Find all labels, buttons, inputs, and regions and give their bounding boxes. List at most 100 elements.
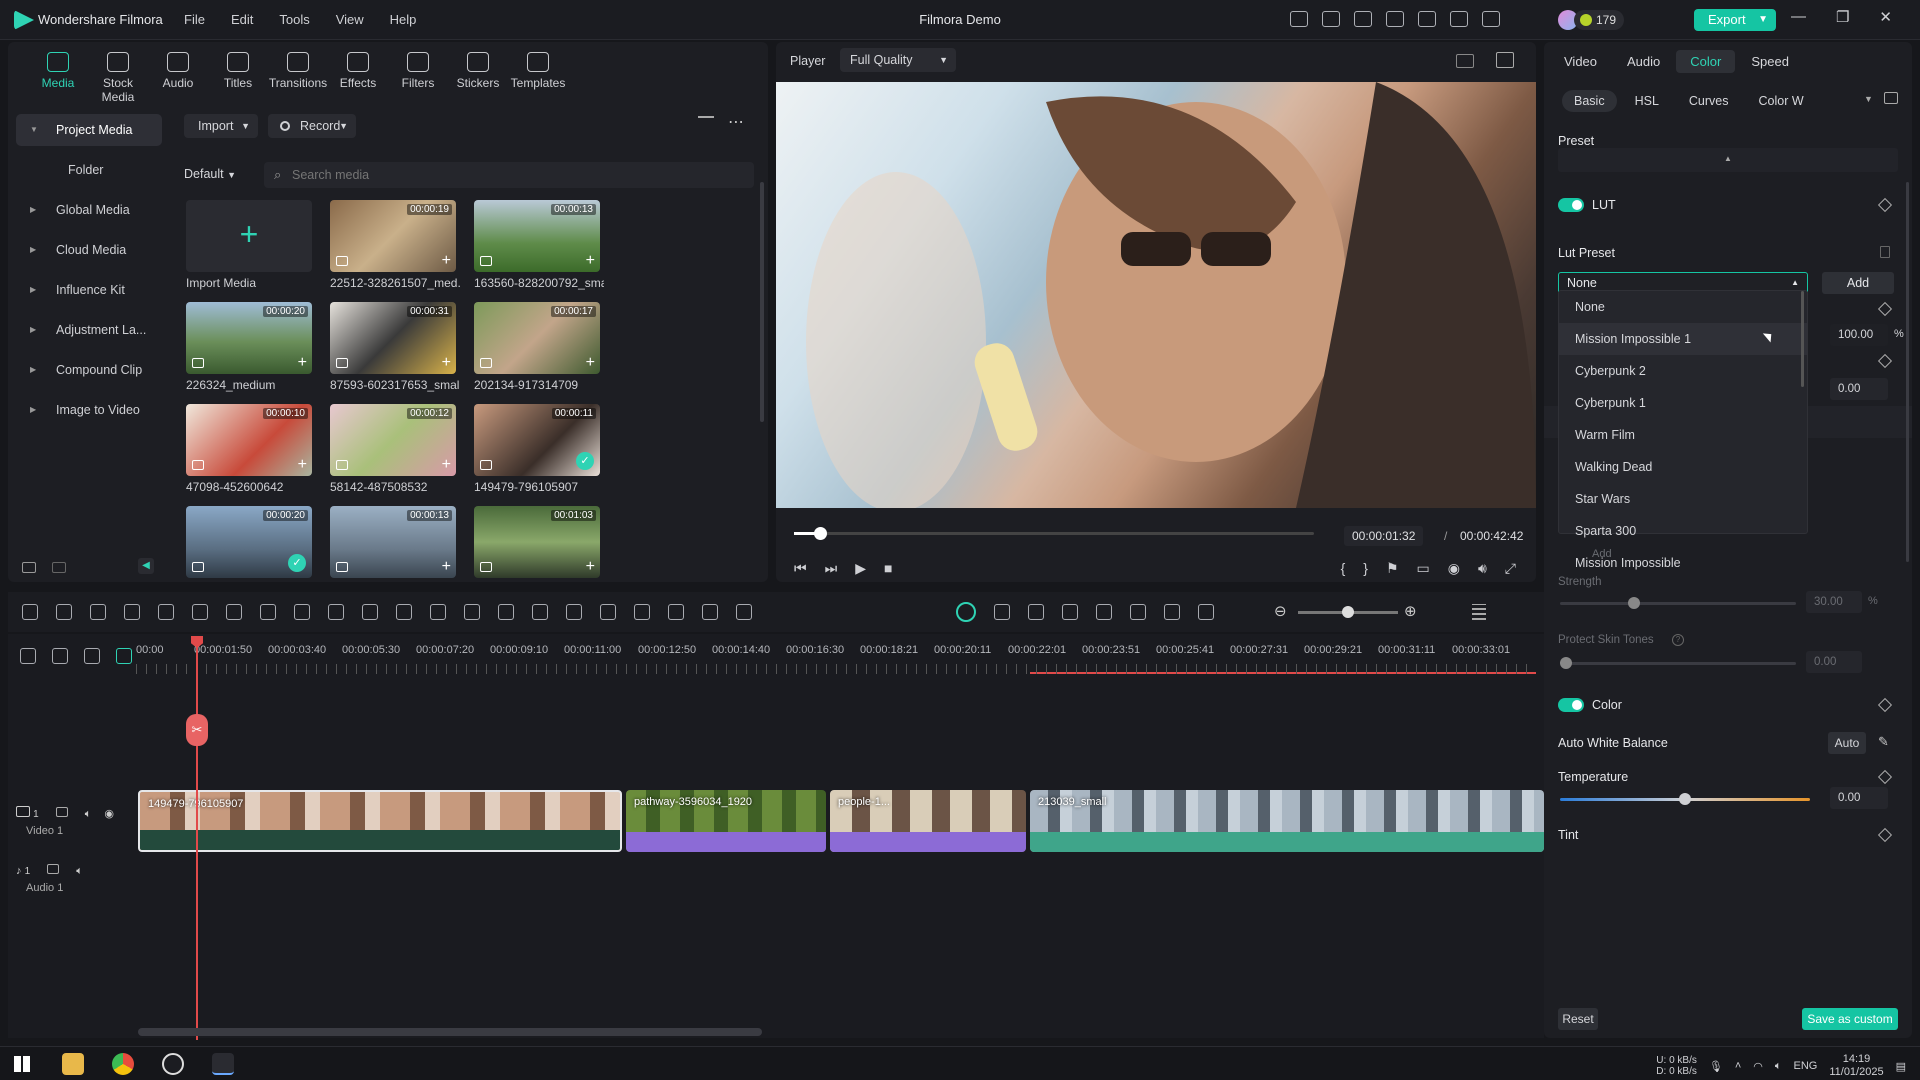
split-icon[interactable] — [192, 604, 208, 620]
lut-toggle[interactable] — [1558, 198, 1584, 212]
crop-icon[interactable] — [226, 604, 242, 620]
eye-icon[interactable]: ◉ — [104, 808, 114, 820]
add-to-timeline-icon[interactable]: + — [442, 354, 451, 372]
ai-assistant-icon[interactable] — [956, 602, 976, 622]
sidebar-item-global-media[interactable]: ▶ Global Media — [16, 194, 162, 226]
folder-icon[interactable] — [47, 864, 60, 874]
magnet-icon[interactable] — [116, 648, 132, 664]
mark-in-icon[interactable]: { — [1341, 560, 1346, 577]
headset-icon[interactable] — [1450, 11, 1468, 27]
fullscreen-icon[interactable]: ⤢ — [1505, 560, 1516, 577]
tab-audio[interactable]: Audio — [1627, 54, 1660, 69]
media-thumbnail[interactable]: 00:01:03 + — [474, 506, 600, 578]
file-explorer-icon[interactable] — [62, 1053, 84, 1075]
delete-icon[interactable] — [158, 604, 174, 620]
protect-skin-field[interactable]: 0.00 — [1806, 651, 1862, 673]
media-thumbnail[interactable]: 00:00:11 ✓ — [474, 404, 600, 476]
minimize-icon[interactable]: — — [1791, 8, 1806, 26]
menu-edit[interactable]: Edit — [231, 12, 253, 27]
tab-transitions[interactable]: Transitions — [268, 52, 328, 104]
folder-icon[interactable] — [55, 807, 68, 817]
more-options-icon[interactable]: ⋯ — [728, 112, 744, 132]
chevron-down-icon[interactable]: ▼ — [1864, 94, 1873, 104]
microphone-icon[interactable]: 🎙︎ — [1709, 1060, 1723, 1073]
lut-option[interactable]: Warm Film — [1559, 419, 1807, 451]
windows-start-icon[interactable] — [14, 1056, 30, 1072]
prev-frame-icon[interactable]: ⏮ — [794, 560, 807, 577]
temperature-slider[interactable] — [1560, 793, 1810, 805]
new-folder-icon[interactable] — [22, 562, 36, 573]
trash-icon[interactable] — [1880, 246, 1890, 258]
track-manager-icon[interactable] — [84, 648, 100, 664]
clock[interactable]: 14:19 11/01/2025 — [1829, 1053, 1883, 1079]
marker-icon[interactable]: ⚑ — [1386, 560, 1399, 577]
volume-icon[interactable]: 🔊︎ — [1478, 560, 1487, 577]
sort-dropdown[interactable]: Default ▼ — [184, 167, 236, 181]
zoom-in-icon[interactable]: ⊕ — [1404, 602, 1417, 620]
strength-slider-handle[interactable] — [1628, 597, 1640, 609]
grid-view-icon[interactable] — [1456, 54, 1474, 68]
add-lut-button[interactable]: Add — [1822, 272, 1894, 294]
shield-icon[interactable] — [1062, 604, 1078, 620]
track-settings-icon[interactable] — [1472, 604, 1486, 620]
next-frame-icon[interactable]: ⏭ — [825, 560, 838, 577]
add-track-icon[interactable] — [20, 648, 36, 664]
timer-icon[interactable] — [328, 604, 344, 620]
lut-option[interactable]: None — [1559, 291, 1807, 323]
media-thumbnail[interactable]: 00:00:31 + — [330, 302, 456, 374]
import-button[interactable]: Import ▼ — [184, 114, 258, 138]
properties-scrollbar[interactable] — [1906, 182, 1909, 562]
playhead-line[interactable] — [196, 636, 198, 1040]
menu-tools[interactable]: Tools — [279, 12, 309, 27]
subtab-hsl[interactable]: HSL — [1635, 94, 1659, 108]
subtab-basic[interactable]: Basic — [1562, 90, 1617, 112]
tab-stickers[interactable]: Stickers — [448, 52, 508, 104]
undo-icon[interactable] — [90, 604, 106, 620]
media-thumbnail[interactable]: 00:00:12 + — [330, 404, 456, 476]
layout-icon[interactable] — [22, 604, 38, 620]
add-to-timeline-icon[interactable]: + — [442, 456, 451, 474]
motion-track-icon[interactable] — [702, 604, 718, 620]
chevron-down-icon[interactable]: ▼ — [1758, 9, 1768, 31]
lut-option[interactable]: Walking Dead — [1559, 451, 1807, 483]
temperature-slider-handle[interactable] — [1679, 793, 1691, 805]
compare-icon[interactable] — [1884, 92, 1898, 104]
auto-white-balance-button[interactable]: Auto — [1828, 732, 1866, 754]
lut-option[interactable]: Sparta 300 — [1559, 515, 1807, 547]
tab-audio[interactable]: Audio — [148, 52, 208, 104]
stabilize-icon[interactable] — [464, 604, 480, 620]
record-button[interactable]: Record ▼ — [268, 114, 356, 138]
sidebar-item-project-media[interactable]: ▼ Project Media — [16, 114, 162, 146]
tab-color[interactable]: Color — [1676, 50, 1736, 73]
auto-reframe-icon[interactable] — [362, 604, 378, 620]
camera-icon[interactable]: ◉ — [1448, 560, 1460, 577]
restore-icon[interactable]: ❐ — [1836, 8, 1849, 26]
send-icon[interactable] — [1290, 11, 1308, 27]
tab-speed[interactable]: Speed — [1751, 54, 1789, 69]
mute-icon[interactable]: 🔈︎ — [76, 865, 83, 877]
add-to-timeline-icon[interactable]: + — [586, 354, 595, 372]
snap-icon[interactable] — [1028, 604, 1044, 620]
keyframe-diamond-icon[interactable] — [1877, 827, 1893, 843]
scissors-icon[interactable]: ✂ — [186, 714, 208, 746]
sidebar-item-image-to-video[interactable]: ▶ Image to Video — [16, 394, 162, 426]
zoom-slider[interactable] — [1298, 606, 1398, 618]
sidebar-item-cloud-media[interactable]: ▶ Cloud Media — [16, 234, 162, 266]
search-input[interactable] — [264, 162, 754, 188]
link-icon[interactable] — [52, 648, 68, 664]
tab-filters[interactable]: Filters — [388, 52, 448, 104]
preset-strip[interactable]: ▲ — [1558, 148, 1898, 172]
value-field[interactable]: 0.00 — [1830, 378, 1888, 400]
protect-skin-slider-handle[interactable] — [1560, 657, 1572, 669]
chevron-up-icon[interactable]: ▲ — [1724, 154, 1732, 163]
keyframe-diamond-icon[interactable] — [1877, 697, 1893, 713]
playback-scrubber[interactable] — [794, 527, 1314, 540]
dropdown-scrollbar[interactable] — [1801, 291, 1804, 387]
sidebar-item-folder[interactable]: Folder — [16, 154, 162, 186]
close-icon[interactable]: ✕ — [1879, 8, 1892, 26]
redo-icon[interactable] — [124, 604, 140, 620]
ai-cutout-icon[interactable] — [532, 604, 548, 620]
obs-icon[interactable] — [162, 1053, 184, 1075]
subtab-curves[interactable]: Curves — [1689, 94, 1729, 108]
keyframe-diamond-icon[interactable] — [1877, 301, 1893, 317]
